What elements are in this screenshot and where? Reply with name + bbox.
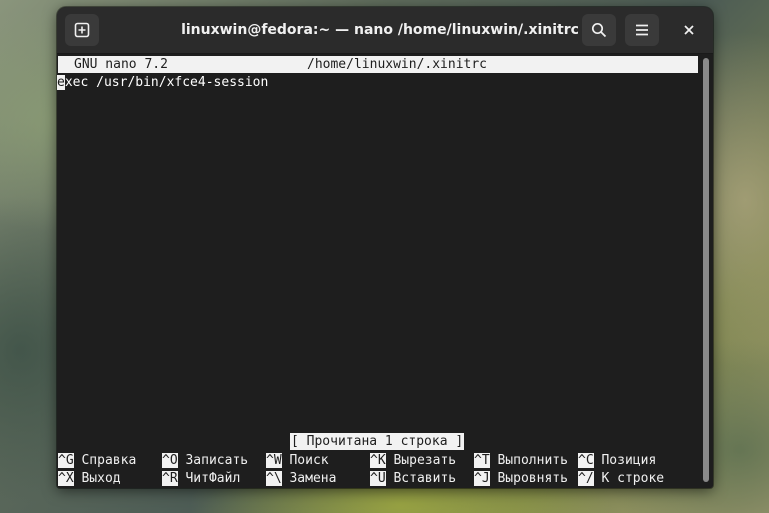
nano-filename: /home/linuxwin/.xinitrc: [307, 57, 488, 72]
menu-icon: [636, 24, 648, 36]
shortcut-write-out[interactable]: ^O Записать: [162, 452, 248, 470]
menu-button[interactable]: [625, 14, 659, 46]
shortcut-replace[interactable]: ^\ Замена: [266, 470, 336, 488]
close-icon: [684, 25, 694, 35]
new-tab-button[interactable]: [65, 14, 99, 46]
shortcut-cut[interactable]: ^K Вырезать: [370, 452, 456, 470]
title-bar[interactable]: linuxwin@fedora:~ — nano /home/linuxwin/…: [57, 7, 713, 54]
editor-line-1[interactable]: exec /usr/bin/xfce4-session: [57, 74, 268, 92]
nano-version: GNU nano 7.2: [74, 57, 168, 72]
close-button[interactable]: [672, 14, 706, 46]
shortcut-justify[interactable]: ^J Выровнять: [474, 470, 568, 488]
terminal-window: linuxwin@fedora:~ — nano /home/linuxwin/…: [57, 7, 713, 488]
editor-line-text: xec /usr/bin/xfce4-session: [64, 75, 269, 90]
shortcut-execute[interactable]: ^T Выполнить: [474, 452, 568, 470]
shortcut-location[interactable]: ^C Позиция: [578, 452, 656, 470]
shortcut-paste[interactable]: ^U Вставить: [370, 470, 456, 488]
scrollbar-thumb[interactable]: [703, 58, 709, 482]
shortcut-exit[interactable]: ^X Выход: [58, 470, 121, 488]
shortcut-read-file[interactable]: ^R ЧитФайл: [162, 470, 240, 488]
shortcut-go-to-line[interactable]: ^/ К строке: [578, 470, 664, 488]
status-message: [ Прочитана 1 строка ]: [290, 433, 465, 450]
text-cursor: e: [57, 75, 65, 90]
new-tab-icon: [74, 22, 90, 38]
shortcut-help[interactable]: ^G Справка: [58, 452, 136, 470]
terminal-area[interactable]: GNU nano 7.2 /home/linuxwin/.xinitrc exe…: [57, 54, 699, 488]
search-icon: [591, 22, 607, 38]
window-title: linuxwin@fedora:~ — nano /home/linuxwin/…: [181, 22, 579, 38]
shortcut-where-is[interactable]: ^W Поиск: [266, 452, 329, 470]
scrollbar[interactable]: [699, 54, 713, 488]
search-button[interactable]: [582, 14, 616, 46]
nano-header-bar: GNU nano 7.2 /home/linuxwin/.xinitrc: [58, 56, 698, 73]
